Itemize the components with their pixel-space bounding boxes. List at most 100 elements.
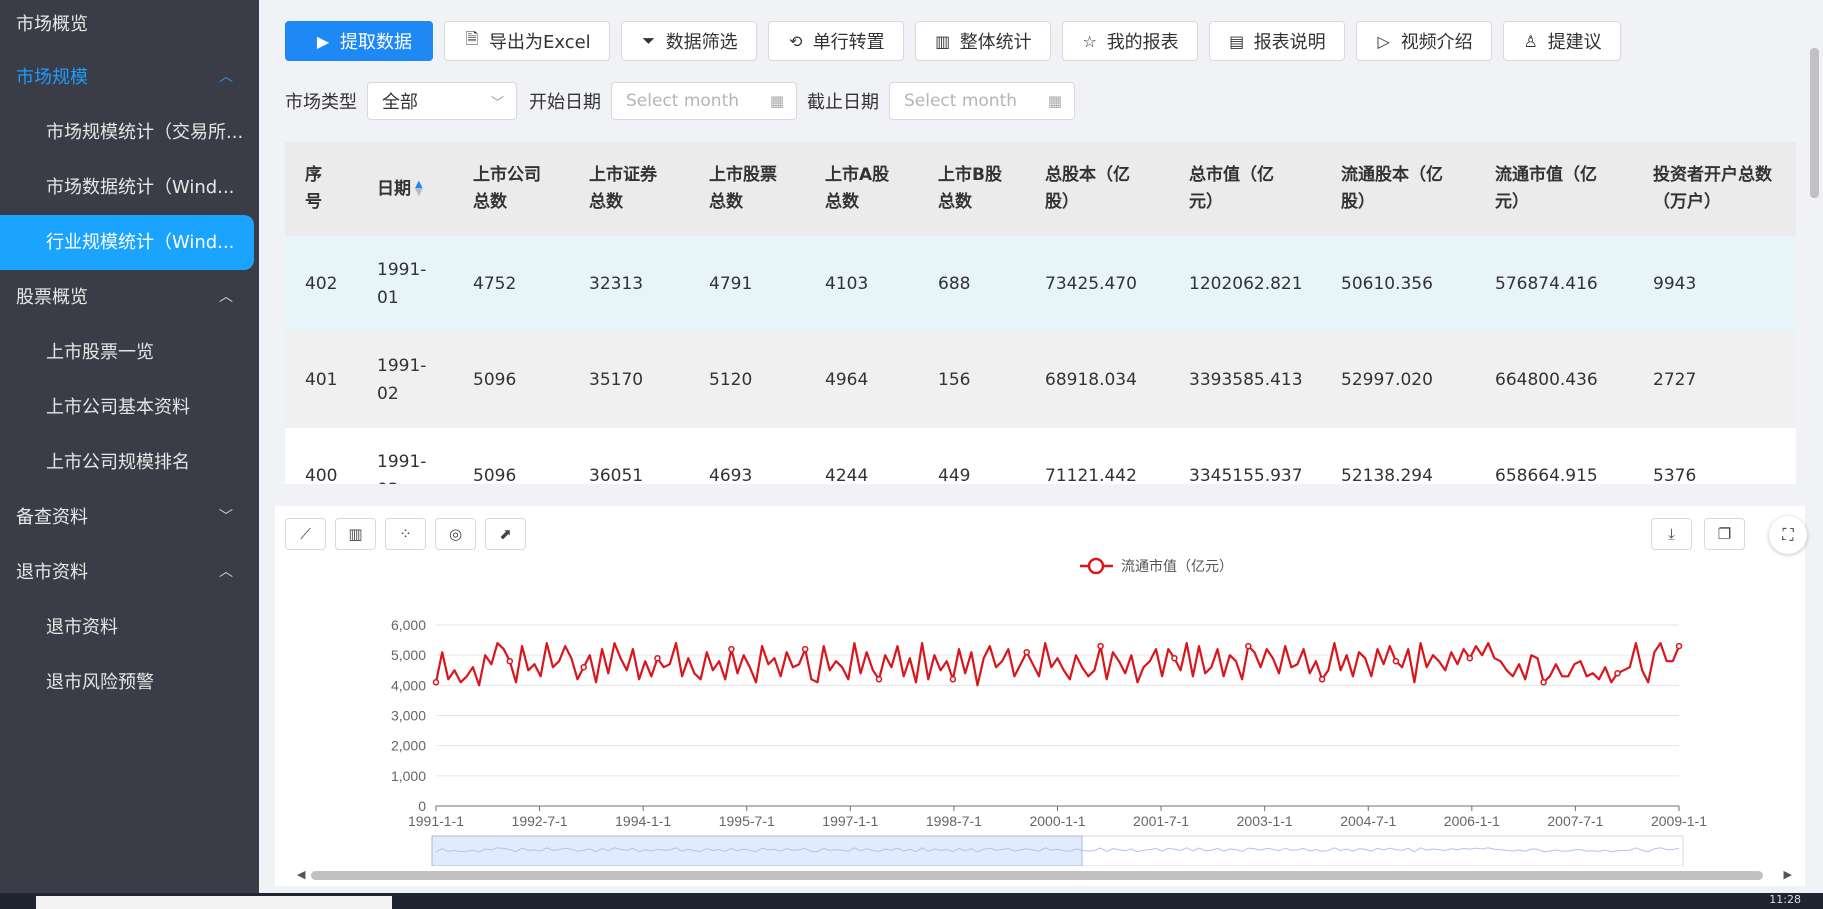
table-cell: 36051: [569, 428, 689, 484]
funnel-icon: ⏷: [642, 31, 656, 50]
sidebar-item-label: 上市股票一览: [46, 342, 154, 363]
suggestion-button[interactable]: ♙ 提建议: [1502, 21, 1621, 61]
table-cell: 2727: [1633, 332, 1796, 428]
sort-icon[interactable]: ▲ ▼: [415, 179, 423, 197]
x-tick-label: 2001-7-1: [1133, 813, 1189, 829]
scroll-left-icon[interactable]: ◀: [297, 868, 305, 881]
column-header-text: 日期: [377, 178, 411, 199]
column-header[interactable]: 投资者开户总数 （万户）: [1633, 142, 1796, 236]
transpose-button[interactable]: ⟲ 单行转置: [767, 21, 904, 61]
table-cell: 68918.034: [1025, 332, 1169, 428]
column-header-text: 流通市值（亿: [1495, 165, 1597, 185]
sidebar-item-2[interactable]: 市场规模统计（交易所...: [0, 105, 259, 160]
sidebar-item-3[interactable]: 市场数据统计（Wind...: [0, 160, 259, 215]
sidebar-item-11[interactable]: 退市资料: [0, 600, 259, 655]
report-description-label: 报表说明: [1253, 32, 1326, 53]
sidebar-item-4[interactable]: 行业规模统计（Wind...: [0, 215, 254, 270]
overall-stats-button[interactable]: ▥ 整体统计: [914, 21, 1051, 61]
sidebar-item-9[interactable]: 备查资料 ﹀: [0, 490, 259, 545]
table-cell: 4103: [805, 236, 918, 332]
scrollbar-thumb[interactable]: [1810, 48, 1819, 198]
column-header[interactable]: 序号: [285, 142, 357, 236]
table-cell: 9943: [1633, 236, 1796, 332]
sidebar-item-6[interactable]: 上市股票一览: [0, 325, 259, 380]
series-line: [434, 642, 1681, 687]
document-icon: ▤: [1229, 31, 1245, 51]
sidebar-item-label: 市场规模统计（交易所...: [46, 122, 244, 143]
column-header-text: 投资者开户总数: [1653, 165, 1772, 185]
table-cell: 4964: [805, 332, 918, 428]
end-month-picker[interactable]: Select month ▦: [889, 82, 1075, 120]
column-header[interactable]: 流通市值（亿 元）: [1475, 142, 1633, 236]
market-type-select[interactable]: 全部 ﹀: [367, 82, 517, 120]
column-header[interactable]: 总股本（亿 股）: [1025, 142, 1169, 236]
x-tick-label: 1995-7-1: [719, 813, 775, 829]
y-tick-label: 5,000: [391, 647, 426, 663]
column-header[interactable]: 上市A股 总数: [805, 142, 918, 236]
start-month-picker[interactable]: Select month ▦: [611, 82, 797, 120]
data-point: [1675, 642, 1683, 650]
column-header-text: 总数: [473, 192, 507, 212]
data-filter-button[interactable]: ⏷ 数据筛选: [620, 21, 757, 61]
table-cell: 1202062.821: [1169, 236, 1321, 332]
table-cell: 3393585.413: [1169, 332, 1321, 428]
data-point: [1540, 679, 1547, 686]
line-chart: 流通市值（亿元） 0 1,000 2,000 3,000 4,000 5,000 6,000 1…: [391, 557, 1707, 866]
suggestion-label: 提建议: [1547, 32, 1602, 53]
y-tick-label: 0: [418, 798, 426, 814]
sidebar-item-label: 上市公司规模排名: [46, 452, 190, 473]
calendar-icon: ▦: [769, 92, 784, 110]
star-icon: ☆: [1082, 31, 1097, 51]
column-header[interactable]: 流通股本（亿 股）: [1321, 142, 1475, 236]
main-area: ▶ 提取数据 🗎 导出为Excel ⏷ 数据筛选 ⟲ 单行转置 ▥ 整体统计 ☆: [259, 0, 1823, 893]
my-reports-button[interactable]: ☆ 我的报表: [1061, 21, 1198, 61]
overall-stats-label: 整体统计: [959, 32, 1032, 53]
table-cell: 1991- 02: [357, 332, 453, 428]
data-table-container: 序号日期 ▲ ▼ 上市公司 总数 上市证券 总数 上市股票 总数 上市A股 总数 上市B股 总数 总股本（…: [285, 142, 1796, 484]
video-intro-button[interactable]: ▷ 视频介绍: [1355, 21, 1492, 61]
sidebar-item-5[interactable]: 股票概览 ︿: [0, 270, 259, 325]
table-cell: 52138.294: [1321, 428, 1475, 484]
sidebar-item-10[interactable]: 退市资料 ︿: [0, 545, 259, 600]
chevron-up-icon: ︿: [219, 69, 233, 85]
filter-bar: 市场类型 全部 ﹀ 开始日期 Select month ▦ 截止日期 Selec…: [285, 82, 1085, 120]
column-header[interactable]: 上市公司 总数: [453, 142, 569, 236]
horizontal-scroll-thumb[interactable]: [311, 871, 1763, 880]
transpose-label: 单行转置: [812, 32, 885, 53]
data-point: [1318, 676, 1326, 683]
data-point: [1245, 642, 1252, 650]
table-row[interactable]: 4001991-035096360514693424444971121.4423…: [285, 428, 1796, 484]
sidebar-item-label: 退市风险预警: [46, 672, 154, 693]
data-point: [1097, 642, 1104, 650]
column-header[interactable]: 上市证券 总数: [569, 142, 689, 236]
sidebar-item-12[interactable]: 退市风险预警: [0, 655, 259, 710]
report-description-button[interactable]: ▤ 报表说明: [1208, 21, 1345, 61]
page-vertical-scrollbar[interactable]: [1809, 48, 1819, 468]
sidebar-item-label: 备查资料: [16, 507, 88, 528]
sidebar-item-7[interactable]: 上市公司基本资料: [0, 380, 259, 435]
sidebar-item-0[interactable]: 市场概览: [0, 0, 259, 50]
extract-data-button[interactable]: ▶ 提取数据: [285, 21, 433, 61]
sidebar-item-1[interactable]: 市场规模 ︿: [0, 50, 259, 105]
column-header[interactable]: 上市股票 总数: [689, 142, 805, 236]
column-header[interactable]: 总市值（亿 元）: [1169, 142, 1321, 236]
video-icon: ▷: [1377, 31, 1390, 51]
y-tick-label: 1,000: [391, 768, 426, 784]
table-cell: 576874.416: [1475, 236, 1633, 332]
sidebar-item-8[interactable]: 上市公司规模排名: [0, 435, 259, 490]
taskbar-search-box[interactable]: [36, 896, 392, 909]
data-table: 序号日期 ▲ ▼ 上市公司 总数 上市证券 总数 上市股票 总数 上市A股 总数 上市B股 总数 总股本（…: [285, 142, 1796, 484]
x-tick-label: 2004-7-1: [1340, 813, 1396, 829]
column-header[interactable]: 上市B股 总数: [918, 142, 1025, 236]
table-cell: 688: [918, 236, 1025, 332]
column-header[interactable]: 日期 ▲ ▼: [357, 142, 453, 236]
horizontal-scrollbar[interactable]: ◀ ▶: [297, 868, 1792, 881]
table-row[interactable]: 402 1991- 01 4752 32313 4791 4103 688 73425.470 1…: [285, 236, 1796, 332]
data-point: [1171, 654, 1178, 662]
scroll-right-icon[interactable]: ▶: [1784, 868, 1792, 881]
export-excel-button[interactable]: 🗎 导出为Excel: [444, 21, 610, 61]
chart-panel: ⟋ ▥ ⁘ ◎ ⬈ ⤓ ❐ ⛶ 流通市值（亿元） 0 1,000 2,000 3,000…: [275, 506, 1807, 886]
data-point: [949, 676, 957, 683]
taskbar: 11:28: [0, 893, 1823, 909]
table-row[interactable]: 401 1991- 02 5096 35170 5120 4964 156 68918.034 3…: [285, 332, 1796, 428]
